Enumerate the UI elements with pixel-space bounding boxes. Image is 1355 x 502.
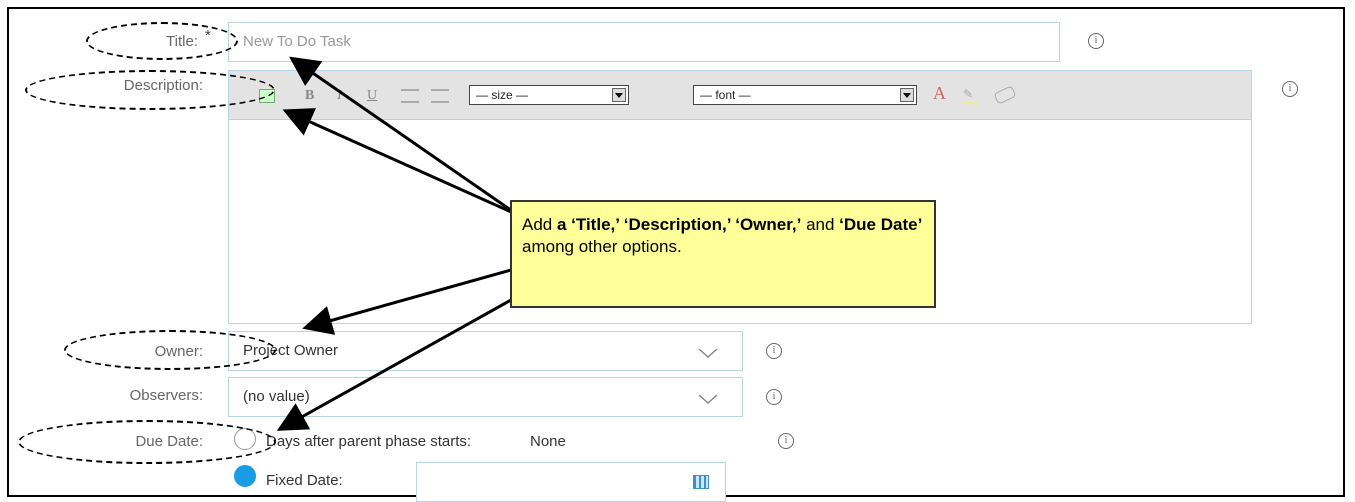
callout-mid: and xyxy=(801,215,840,234)
annotation-callout: Add a ‘Title,’ ‘Description,’ ‘Owner,’ a… xyxy=(510,200,936,308)
callout-suffix: among other options. xyxy=(522,237,682,256)
callout-prefix: Add xyxy=(522,215,557,234)
callout-bold-due: ‘Due Date’ xyxy=(839,215,923,234)
callout-bold-fields: a ‘Title,’ ‘Description,’ ‘Owner,’ xyxy=(556,215,802,234)
